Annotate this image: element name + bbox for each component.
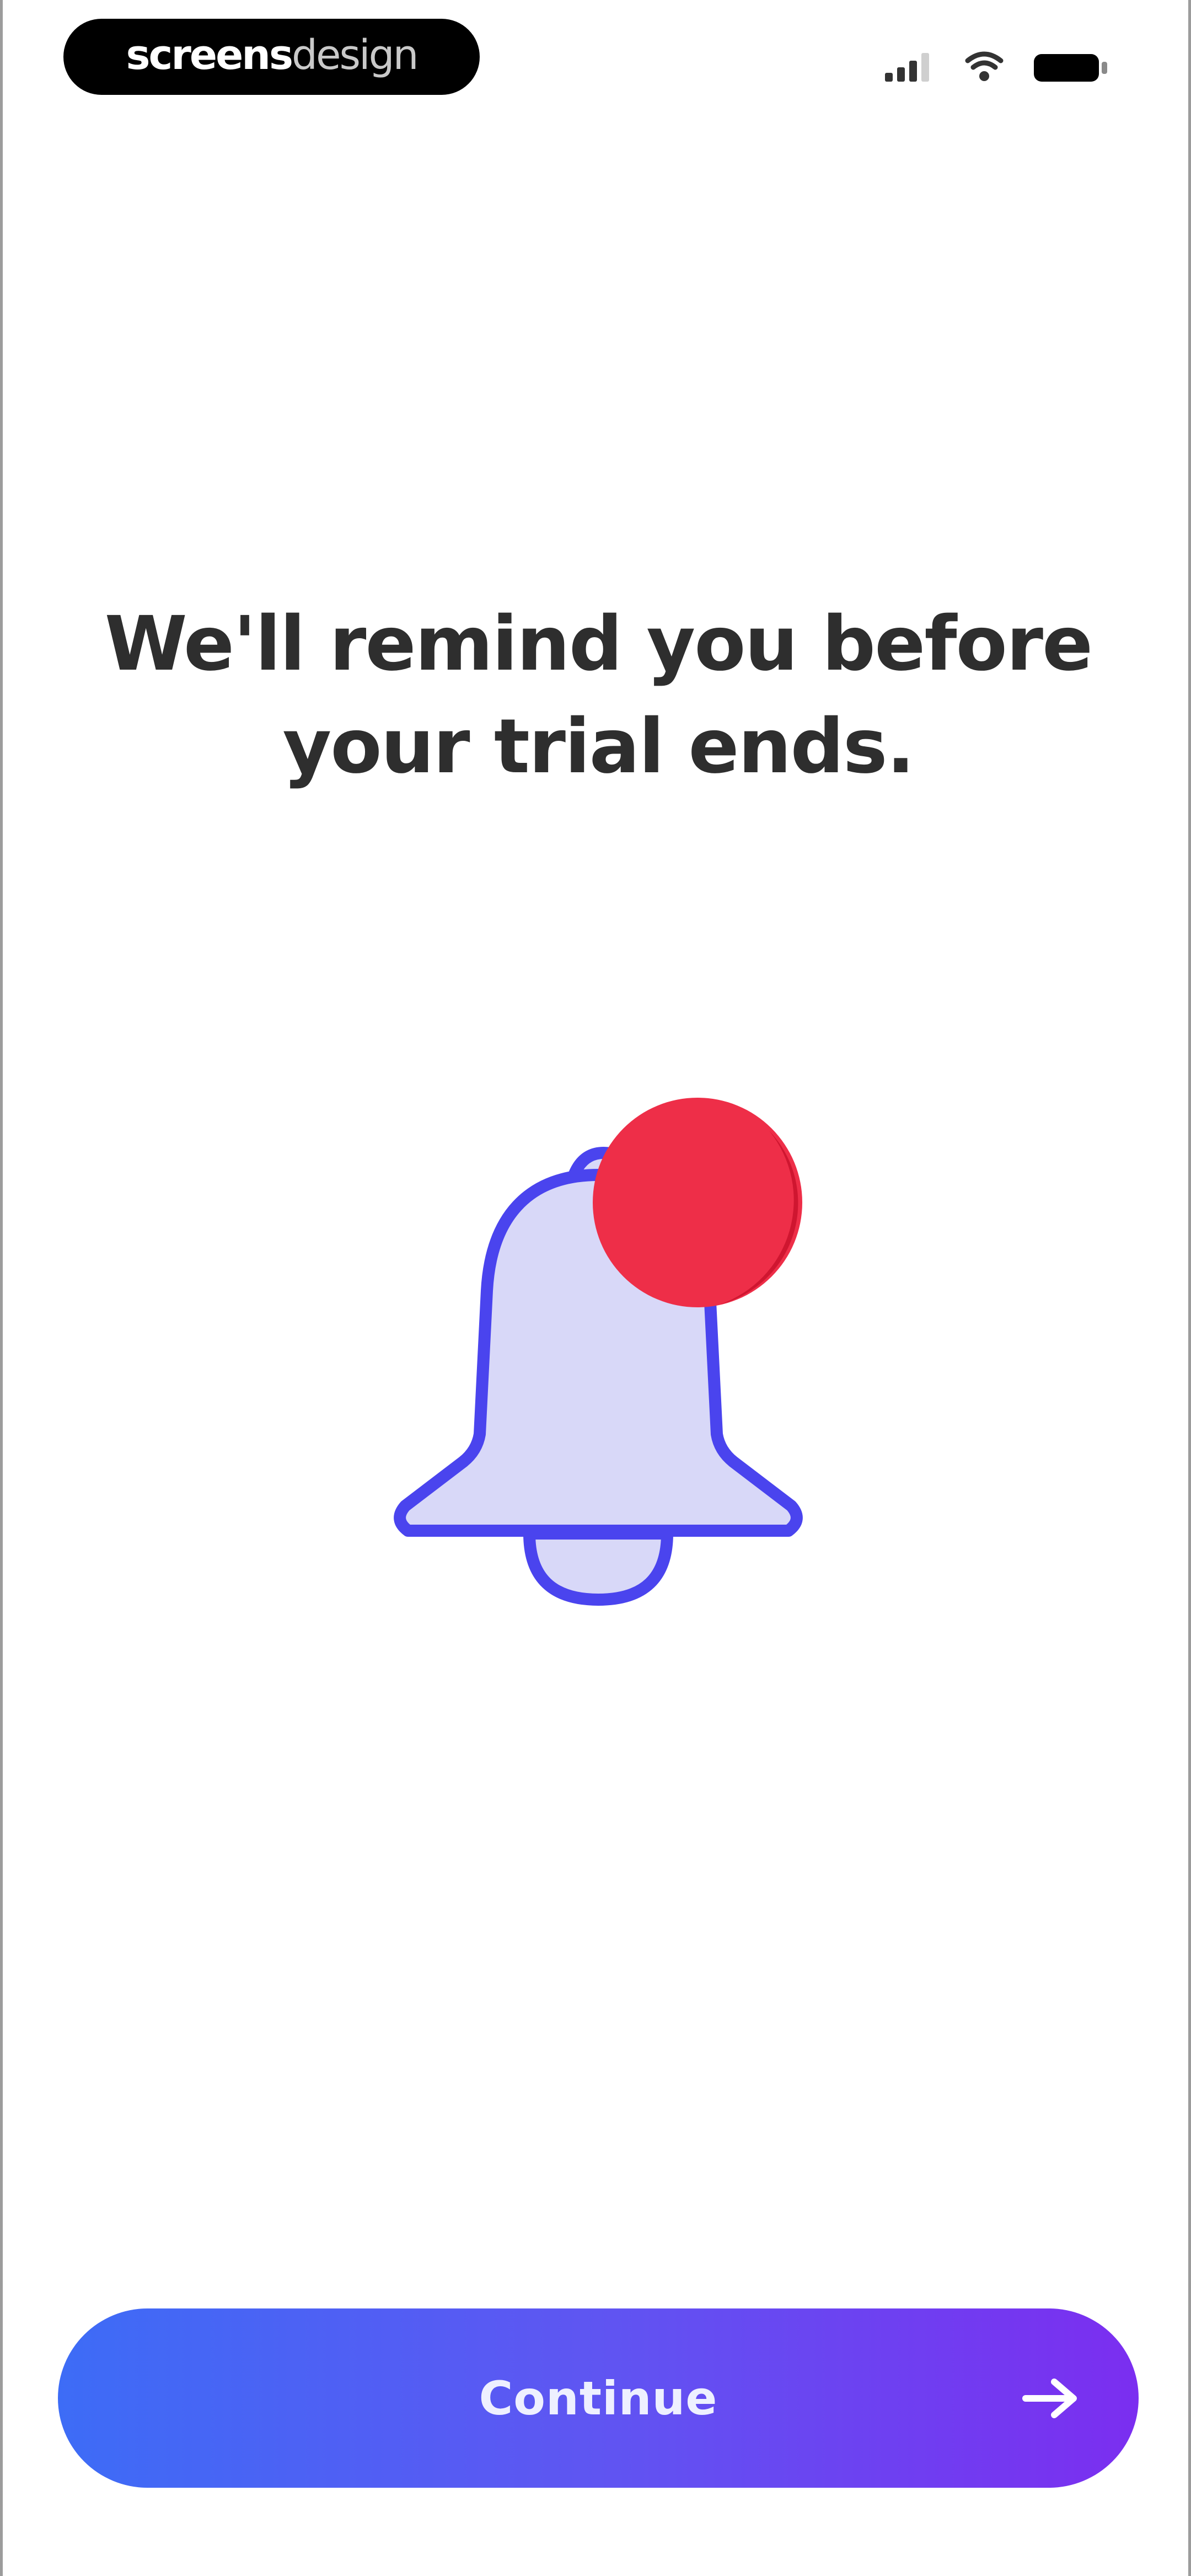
notification-bell-icon — [394, 1098, 803, 1606]
continue-button-label: Continue — [479, 2371, 718, 2425]
wifi-icon — [965, 51, 1004, 81]
brand-name-strong: screens — [126, 31, 293, 79]
trial-reminder-screen: screens design We'll remind you before yo… — [0, 0, 1191, 2576]
page-title-line-2: your trial ends. — [282, 703, 915, 790]
page-title-line-1: We'll remind you before — [104, 601, 1093, 688]
brand-watermark: screens design — [63, 19, 480, 95]
status-bar-icons — [885, 51, 1107, 82]
battery-icon — [1034, 54, 1107, 82]
continue-button[interactable]: Continue — [58, 2308, 1139, 2488]
page-title: We'll remind you before your trial ends. — [85, 593, 1111, 798]
notification-badge — [593, 1098, 802, 1307]
arrow-right-icon — [1022, 2378, 1077, 2418]
signal-icon — [885, 53, 929, 82]
brand-name-light: design — [292, 31, 419, 79]
